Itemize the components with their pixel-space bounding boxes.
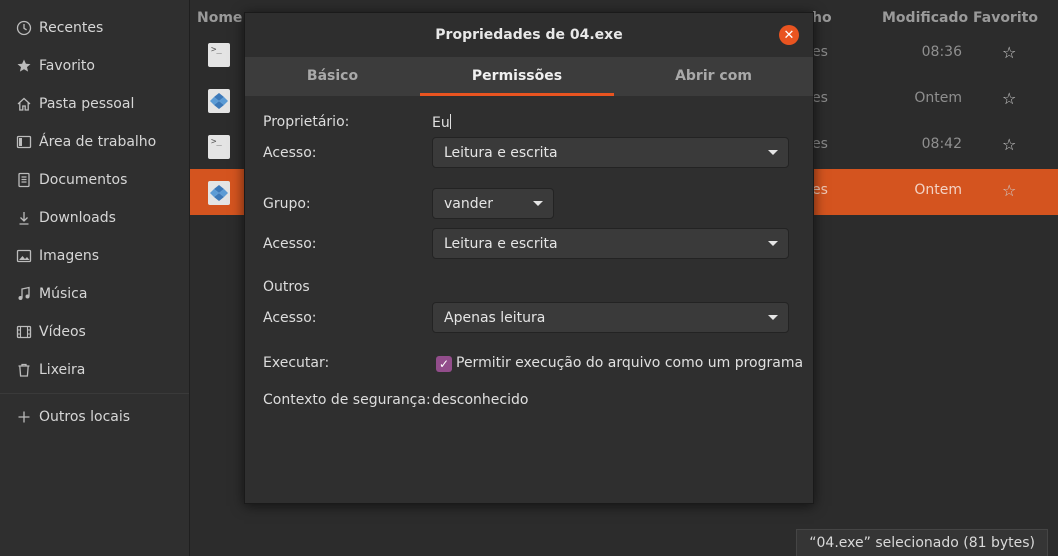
sidebar-item-label: Vídeos xyxy=(39,324,86,340)
tab-permissoes[interactable]: Permissões xyxy=(420,57,614,96)
column-header-modified[interactable]: Modificado xyxy=(882,10,968,26)
sidebar-item-label: Favorito xyxy=(39,58,95,74)
sidebar-item-downloads[interactable]: Downloads xyxy=(0,203,189,233)
group-label: Grupo: xyxy=(263,196,311,212)
close-button[interactable]: ✕ xyxy=(779,25,799,45)
sidebar: Recentes Favorito Pasta pessoal Área de … xyxy=(0,0,190,556)
file-modified: Ontem xyxy=(914,90,962,106)
plus-icon xyxy=(16,409,32,425)
sidebar-divider xyxy=(0,393,189,394)
properties-dialog: Propriedades de 04.exe ✕ Básico Permissõ… xyxy=(244,12,814,504)
file-size-fragment: es xyxy=(812,136,828,152)
checkmark-icon: ✓ xyxy=(438,357,450,371)
owner-access-dropdown[interactable]: Leitura e escrita xyxy=(432,137,789,168)
group-access-value: Leitura e escrita xyxy=(444,235,558,252)
execute-checkbox[interactable]: ✓ xyxy=(436,356,452,372)
favorite-star-icon[interactable]: ☆ xyxy=(1002,89,1016,108)
chevron-down-icon xyxy=(768,241,778,246)
tab-abrir-com[interactable]: Abrir com xyxy=(614,57,813,96)
sidebar-item-videos[interactable]: Vídeos xyxy=(0,317,189,347)
sidebar-item-label: Música xyxy=(39,286,88,302)
group-value: vander xyxy=(444,195,493,212)
security-context-label: Contexto de segurança: xyxy=(263,392,431,408)
status-text: “04.exe” selecionado (81 bytes) xyxy=(809,535,1035,551)
security-context-value: desconhecido xyxy=(432,392,529,408)
sidebar-item-label: Área de trabalho xyxy=(39,134,157,150)
group-access-label: Acesso: xyxy=(263,236,317,252)
clock-icon xyxy=(16,20,32,36)
sidebar-item-documentos[interactable]: Documentos xyxy=(0,165,189,195)
image-icon xyxy=(16,248,32,264)
sidebar-item-label: Imagens xyxy=(39,248,100,264)
terminal-file-icon: >_ xyxy=(208,135,230,159)
video-icon xyxy=(16,324,32,340)
others-label: Outros xyxy=(263,279,310,295)
favorite-star-icon[interactable]: ☆ xyxy=(1002,43,1016,62)
star-icon xyxy=(16,58,32,74)
sidebar-item-recentes[interactable]: Recentes xyxy=(0,13,189,43)
file-modified: 08:42 xyxy=(921,136,962,152)
others-access-label: Acesso: xyxy=(263,310,317,326)
exe-file-icon xyxy=(208,89,230,113)
music-icon xyxy=(16,286,32,302)
chevron-down-icon xyxy=(768,150,778,155)
sidebar-item-label: Recentes xyxy=(39,20,104,36)
owner-value: Eu xyxy=(432,114,451,131)
text-cursor xyxy=(449,114,451,129)
file-modified: 08:36 xyxy=(921,44,962,60)
column-header-favorite[interactable]: Favorito xyxy=(973,10,1038,26)
sidebar-item-label: Lixeira xyxy=(39,362,86,378)
status-bar: “04.exe” selecionado (81 bytes) xyxy=(796,529,1048,556)
tab-bar: Básico Permissões Abrir com xyxy=(245,57,813,96)
trash-icon xyxy=(16,362,32,378)
file-size-fragment: es xyxy=(812,44,828,60)
terminal-file-icon: >_ xyxy=(208,43,230,67)
sidebar-item-label: Downloads xyxy=(39,210,116,226)
download-icon xyxy=(16,210,32,226)
group-dropdown[interactable]: vander xyxy=(432,188,554,219)
desktop-icon xyxy=(16,134,32,150)
column-header-name[interactable]: Nome xyxy=(197,10,242,26)
sidebar-item-label: Documentos xyxy=(39,172,128,188)
sidebar-item-favorito[interactable]: Favorito xyxy=(0,51,189,81)
others-access-dropdown[interactable]: Apenas leitura xyxy=(432,302,789,333)
execute-label: Executar: xyxy=(263,355,330,371)
home-icon xyxy=(16,96,32,112)
owner-value-text: Eu xyxy=(432,115,450,131)
sidebar-item-imagens[interactable]: Imagens xyxy=(0,241,189,271)
tab-basico[interactable]: Básico xyxy=(245,57,420,96)
sidebar-item-area-de-trabalho[interactable]: Área de trabalho xyxy=(0,127,189,157)
sidebar-item-label: Outros locais xyxy=(39,409,131,425)
others-access-value: Apenas leitura xyxy=(444,309,546,326)
document-icon xyxy=(16,172,32,188)
file-modified: Ontem xyxy=(914,182,962,198)
owner-access-label: Acesso: xyxy=(263,145,317,161)
owner-access-value: Leitura e escrita xyxy=(444,144,558,161)
favorite-star-icon[interactable]: ☆ xyxy=(1002,135,1016,154)
sidebar-item-pasta-pessoal[interactable]: Pasta pessoal xyxy=(0,89,189,119)
owner-label: Proprietário: xyxy=(263,114,350,130)
execute-checkbox-label[interactable]: Permitir execução do arquivo como um pro… xyxy=(456,355,803,371)
favorite-star-icon[interactable]: ☆ xyxy=(1002,181,1016,200)
sidebar-item-label: Pasta pessoal xyxy=(39,96,135,112)
sidebar-item-outros-locais[interactable]: Outros locais xyxy=(0,402,189,432)
group-access-dropdown[interactable]: Leitura e escrita xyxy=(432,228,789,259)
close-icon: ✕ xyxy=(783,27,795,43)
chevron-down-icon xyxy=(533,201,543,206)
file-size-fragment: es xyxy=(812,90,828,106)
exe-file-icon xyxy=(208,181,230,205)
file-size-fragment: es xyxy=(812,182,828,198)
sidebar-item-lixeira[interactable]: Lixeira xyxy=(0,355,189,385)
column-header-size[interactable]: ho xyxy=(812,10,832,26)
sidebar-item-musica[interactable]: Música xyxy=(0,279,189,309)
chevron-down-icon xyxy=(768,315,778,320)
dialog-title: Propriedades de 04.exe xyxy=(245,13,813,57)
